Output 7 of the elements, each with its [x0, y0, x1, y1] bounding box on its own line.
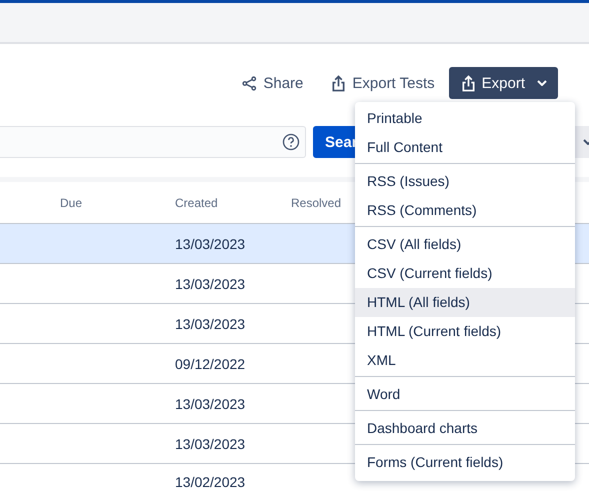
table-cell-text: 09/12/2022: [175, 356, 246, 372]
table-cell-text: 13/03/2023: [175, 436, 246, 452]
table-cell-text: 13/03/2023: [175, 276, 246, 292]
table-cell-text: 13/03/2023: [175, 236, 246, 252]
table-cell-text: 13/02/2023: [175, 474, 246, 490]
table-cell-text: 13/03/2023: [175, 316, 246, 332]
table-cell-text: 13/03/2023: [175, 396, 246, 412]
